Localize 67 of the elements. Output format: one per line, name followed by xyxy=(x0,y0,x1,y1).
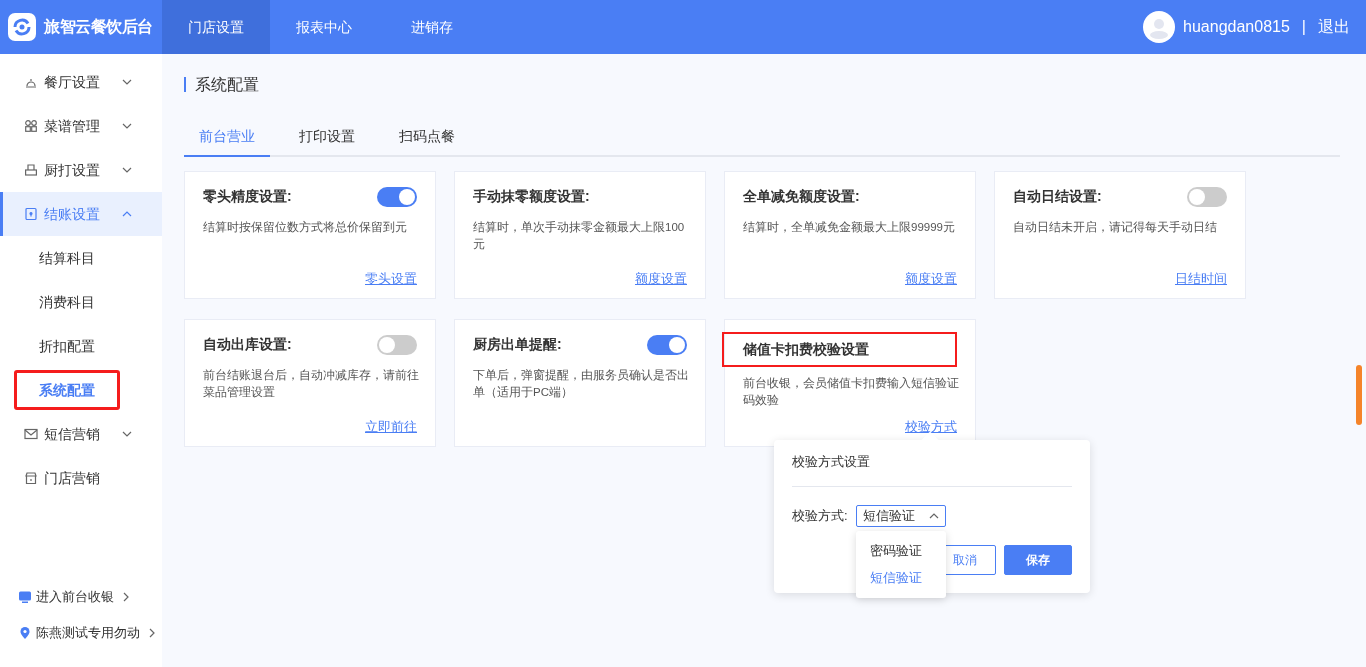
card-title: 储值卡扣费校验设置 xyxy=(722,332,957,367)
sidebar-footer-item[interactable]: 进入前台收银 xyxy=(0,579,162,615)
field-label: 校验方式: xyxy=(792,506,848,525)
chevron-icon xyxy=(122,78,132,86)
app-title: 旅智云餐饮后台 xyxy=(44,17,153,37)
settings-link[interactable]: 日结时间 xyxy=(1175,268,1227,288)
card-description: 前台结账退台后，自动冲减库存，请前往菜品管理设置 xyxy=(203,368,420,400)
tab[interactable]: 扫码点餐 xyxy=(384,126,470,157)
sidebar-item[interactable]: 门店营销 xyxy=(0,456,162,500)
tab[interactable]: 打印设置 xyxy=(284,126,370,157)
settings-link[interactable]: 额度设置 xyxy=(635,268,687,288)
sidebar-item[interactable]: 短信营销 xyxy=(0,412,162,456)
user-avatar-icon xyxy=(1143,11,1176,43)
settings-link[interactable]: 校验方式 xyxy=(905,416,957,436)
card-title: 自动日结设置: xyxy=(1013,187,1102,206)
settings-link[interactable]: 立即前往 xyxy=(365,416,417,436)
settings-link[interactable]: 额度设置 xyxy=(905,268,957,288)
sidebar-item[interactable]: 厨打设置 xyxy=(0,148,162,192)
settings-link[interactable]: 零头设置 xyxy=(365,268,417,288)
card-icon xyxy=(24,207,38,221)
nav-tab[interactable]: 报表中心 xyxy=(270,0,378,54)
popover-title: 校验方式设置 xyxy=(792,452,1072,487)
logo-icon xyxy=(8,13,36,41)
sidebar-item[interactable]: 餐厅设置 xyxy=(0,60,162,104)
nav-tab[interactable]: 进销存 xyxy=(378,0,486,54)
card-description: 前台收银，会员储值卡扣费输入短信验证码效验 xyxy=(743,376,960,408)
select-field[interactable]: 短信验证 xyxy=(855,504,946,527)
monitor-icon xyxy=(18,590,32,604)
card-title: 全单减免额度设置: xyxy=(743,187,860,206)
toggle-switch[interactable] xyxy=(647,334,687,355)
sidebar-subitem[interactable]: 消费科目 xyxy=(33,280,101,324)
chevron-icon xyxy=(122,430,132,438)
card-description: 结算时，全单减免金额最大上限99999元 xyxy=(743,220,956,235)
store-icon xyxy=(24,471,38,485)
chevron-icon xyxy=(122,210,132,218)
toggle-switch[interactable] xyxy=(1187,186,1227,207)
toggle-switch[interactable] xyxy=(377,334,417,355)
sidebar-item[interactable]: 菜谱管理 xyxy=(0,104,162,148)
separator-text: | xyxy=(1300,17,1307,37)
scrollbar-thumb[interactable] xyxy=(1356,365,1362,425)
card-description: 结算时按保留位数方式将总价保留到元 xyxy=(203,220,408,235)
grid-icon xyxy=(24,119,38,133)
location-pin-icon xyxy=(18,626,32,640)
card-title: 零头精度设置: xyxy=(203,187,292,206)
card-title: 自动出库设置: xyxy=(203,335,292,354)
sidebar-footer-item[interactable]: 陈燕测试专用勿动 xyxy=(0,615,162,651)
sidebar-subitem[interactable]: 折扣配置 xyxy=(33,324,101,368)
logout-link[interactable]: 退出 xyxy=(1318,15,1350,39)
tab[interactable]: 前台营业 xyxy=(184,126,270,157)
card-description: 自动日结未开启，请记得每天手动日结 xyxy=(1013,220,1218,235)
card-title: 手动抹零额度设置: xyxy=(473,187,590,206)
sidebar-item[interactable]: 结账设置 xyxy=(0,192,162,236)
nav-tab[interactable]: 门店设置 xyxy=(162,0,270,54)
save-button[interactable]: 保存 xyxy=(1004,544,1072,575)
card-description: 结算时，单次手动抹零金额最大上限100元 xyxy=(473,220,686,252)
page-title: 系统配置 xyxy=(184,77,259,92)
card-title: 厨房出单提醒: xyxy=(473,335,562,354)
mail-icon xyxy=(24,427,38,441)
username: huangdan0815 xyxy=(1183,17,1290,37)
sidebar-subitem[interactable]: 结算科目 xyxy=(33,236,101,280)
chevron-icon xyxy=(122,166,132,174)
chevron-icon xyxy=(122,122,132,130)
chevron-icon xyxy=(928,511,939,520)
printer-icon xyxy=(24,163,38,177)
toggle-switch[interactable] xyxy=(377,186,417,207)
card-description: 下单后，弹窗提醒，由服务员确认是否出单（适用于PC端） xyxy=(473,368,690,400)
sidebar-subitem[interactable]: 系统配置 xyxy=(14,370,120,410)
